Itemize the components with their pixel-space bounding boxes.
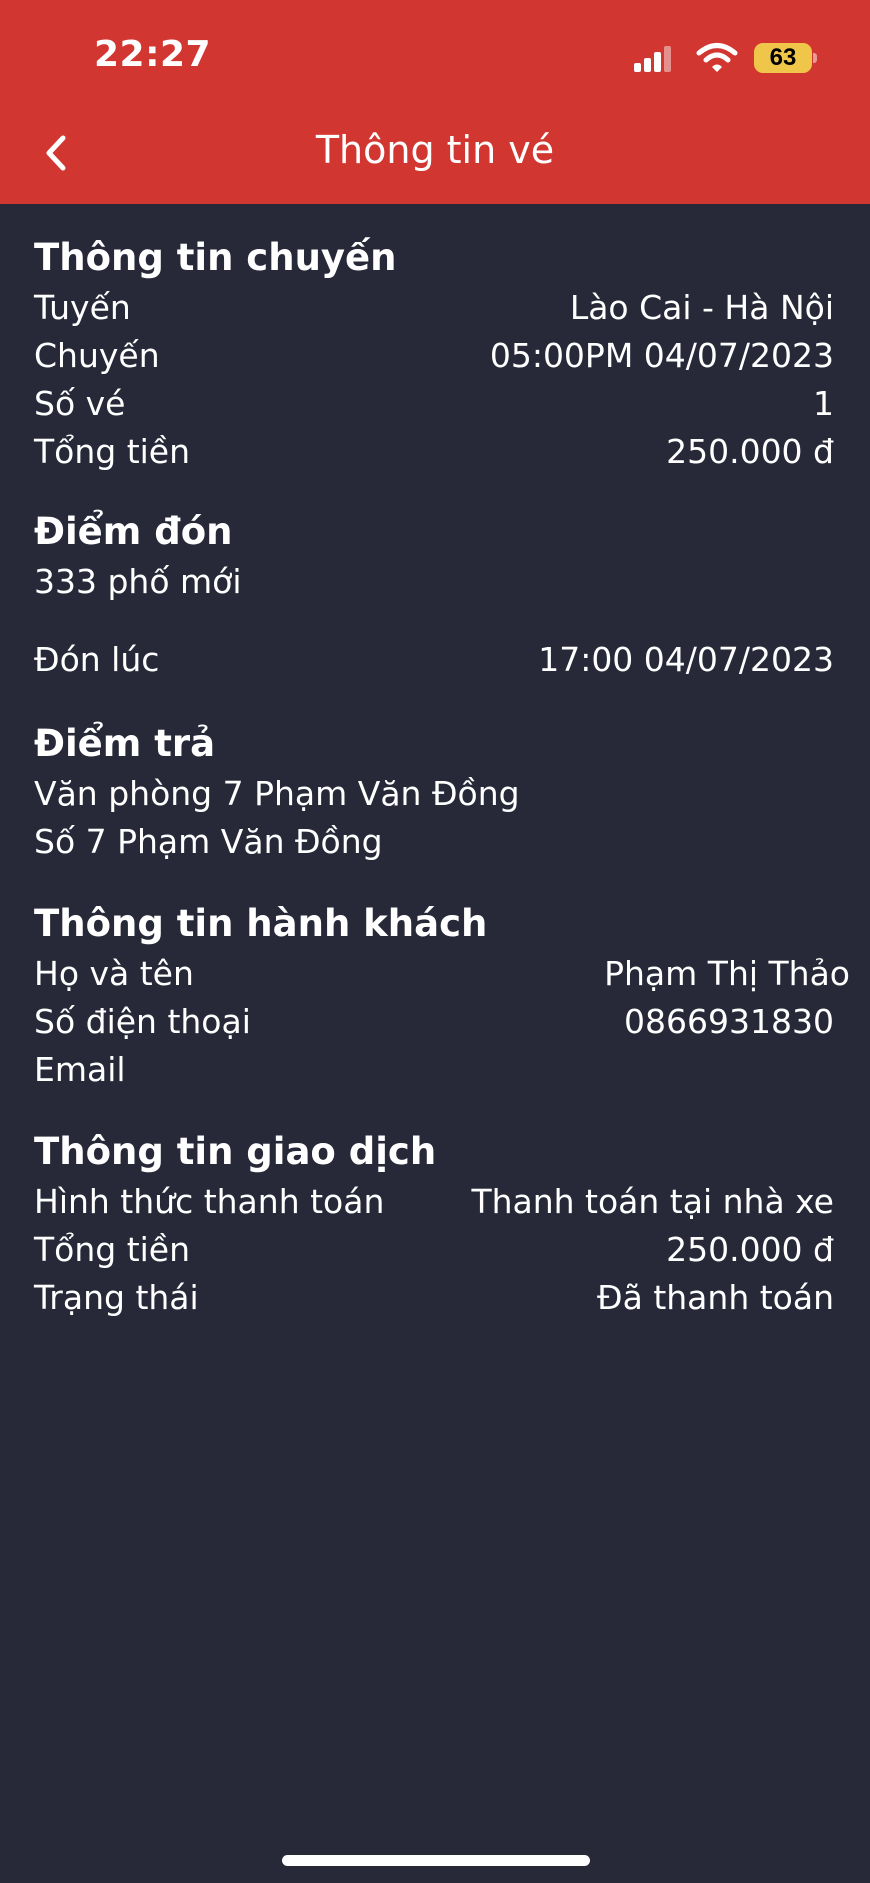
row-value: 250.000 đ bbox=[666, 1230, 834, 1269]
row-label: Tuyến bbox=[34, 288, 131, 327]
row-label: Họ và tên bbox=[34, 954, 194, 993]
wifi-icon bbox=[696, 43, 738, 72]
row-value: Phạm Thị Thảo bbox=[604, 954, 850, 993]
row-value: 17:00 04/07/2023 bbox=[538, 640, 834, 679]
row-label: Trạng thái bbox=[34, 1278, 199, 1317]
passenger-row-email: Email bbox=[34, 1046, 834, 1094]
transaction-section-title: Thông tin giao dịch bbox=[34, 1130, 437, 1173]
trip-row-total: Tổng tiền 250.000 đ bbox=[34, 428, 834, 476]
trip-section-title: Thông tin chuyến bbox=[34, 236, 397, 279]
row-label: Số điện thoại bbox=[34, 1002, 251, 1041]
row-label: Tổng tiền bbox=[34, 1230, 191, 1269]
transaction-row-status: Trạng thái Đã thanh toán bbox=[34, 1274, 834, 1322]
status-icons: 63 bbox=[632, 38, 817, 78]
row-value: 1 bbox=[813, 384, 834, 423]
row-label: Tổng tiền bbox=[34, 432, 191, 471]
status-time: 22:27 bbox=[94, 34, 212, 75]
passenger-section-title: Thông tin hành khách bbox=[34, 902, 488, 945]
transaction-section: Thông tin giao dịch Hình thức thanh toán… bbox=[34, 1126, 834, 1322]
transaction-row-payment-method: Hình thức thanh toán Thanh toán tại nhà … bbox=[34, 1178, 834, 1226]
dropoff-name: Văn phòng 7 Phạm Văn Đồng bbox=[34, 774, 520, 813]
row-label: Chuyến bbox=[34, 336, 160, 375]
passenger-row-name: Họ và tên Phạm Thị Thảo bbox=[34, 950, 850, 998]
pickup-address: 333 phố mới bbox=[34, 562, 242, 601]
signal-icon bbox=[632, 38, 678, 78]
pickup-section: Điểm đón 333 phố mới Đón lúc 17:00 04/07… bbox=[34, 506, 834, 684]
row-label: Số vé bbox=[34, 384, 126, 423]
battery-level: 63 bbox=[769, 44, 797, 71]
passenger-section: Thông tin hành khách Họ và tên Phạm Thị … bbox=[34, 898, 850, 1094]
pickup-time-row: Đón lúc 17:00 04/07/2023 bbox=[34, 636, 834, 684]
pickup-section-title: Điểm đón bbox=[34, 510, 233, 553]
passenger-row-phone: Số điện thoại 0866931830 bbox=[34, 998, 834, 1046]
page-title: Thông tin vé bbox=[315, 128, 555, 172]
dropoff-section: Điểm trả Văn phòng 7 Phạm Văn Đồng Số 7 … bbox=[34, 718, 834, 866]
row-label: Đón lúc bbox=[34, 640, 160, 679]
trip-row-route: Tuyến Lào Cai - Hà Nội bbox=[34, 284, 834, 332]
row-value: 0866931830 bbox=[624, 1002, 834, 1041]
trip-row-ticket-count: Số vé 1 bbox=[34, 380, 834, 428]
row-label: Hình thức thanh toán bbox=[34, 1182, 385, 1221]
app-header: 22:27 63 Thông tin vé bbox=[0, 0, 870, 204]
row-value: Lào Cai - Hà Nội bbox=[569, 288, 834, 327]
ticket-details: Thông tin chuyến Tuyến Lào Cai - Hà Nội … bbox=[34, 232, 850, 1322]
row-value: Thanh toán tại nhà xe bbox=[471, 1182, 834, 1221]
battery-icon: 63 bbox=[754, 43, 817, 73]
transaction-row-total: Tổng tiền 250.000 đ bbox=[34, 1226, 834, 1274]
trip-section: Thông tin chuyến Tuyến Lào Cai - Hà Nội … bbox=[34, 232, 834, 476]
dropoff-address: Số 7 Phạm Văn Đồng bbox=[34, 822, 383, 861]
row-value: 250.000 đ bbox=[666, 432, 834, 471]
row-label: Email bbox=[34, 1050, 126, 1089]
row-value: 05:00PM 04/07/2023 bbox=[489, 336, 834, 375]
home-indicator[interactable] bbox=[282, 1855, 590, 1866]
trip-row-departure: Chuyến 05:00PM 04/07/2023 bbox=[34, 332, 834, 380]
row-value: Đã thanh toán bbox=[597, 1278, 834, 1317]
dropoff-section-title: Điểm trả bbox=[34, 722, 216, 765]
